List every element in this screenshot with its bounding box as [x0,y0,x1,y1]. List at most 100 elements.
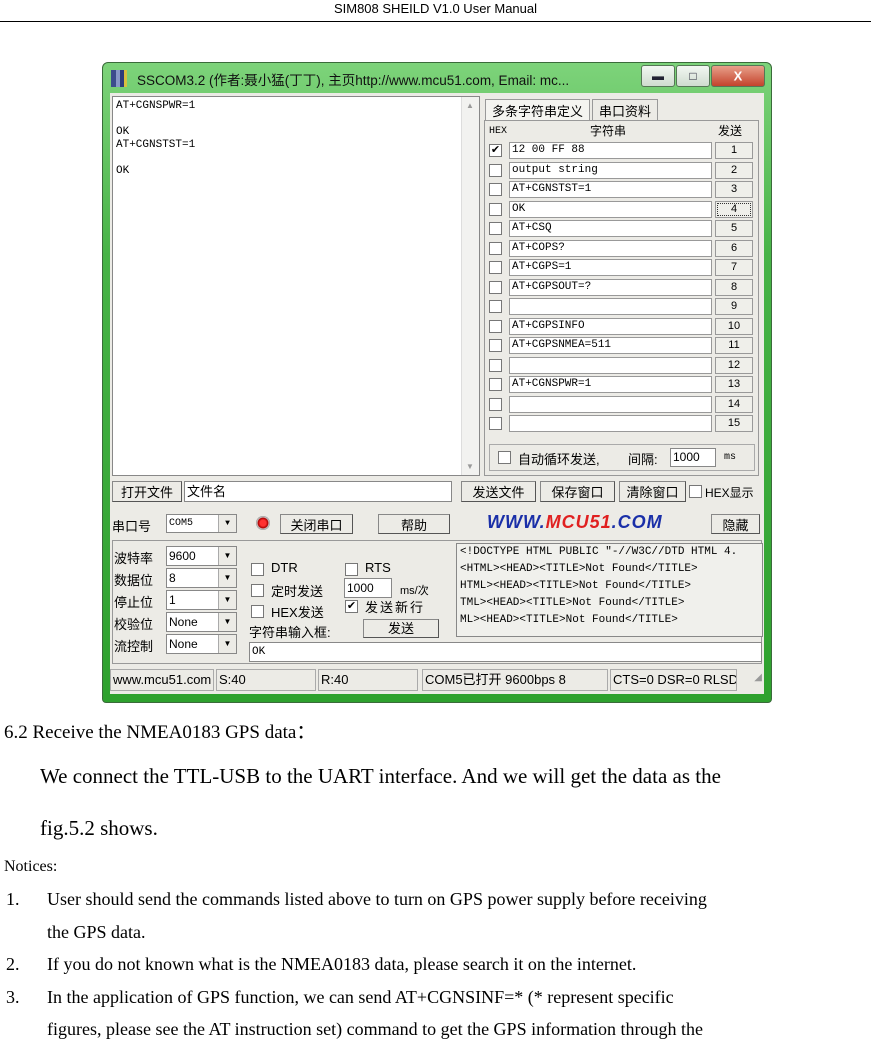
hex-checkbox[interactable] [489,339,502,352]
hex-checkbox[interactable] [489,222,502,235]
string-input[interactable]: AT+CSQ [509,220,712,237]
auto-loop-checkbox[interactable] [498,451,511,464]
rts-checkbox[interactable] [345,563,358,576]
string-row: 9 [489,297,755,317]
string-input[interactable]: AT+CGPSOUT=? [509,278,712,296]
scroll-up-icon[interactable]: ▲ [466,101,474,110]
string-row: AT+CGPSNMEA=511 11 [489,336,755,356]
string-input[interactable]: OK [249,642,762,662]
chevron-down-icon[interactable]: ▼ [218,613,236,631]
chevron-down-icon[interactable]: ▼ [218,635,236,653]
send-button[interactable]: 发送 [363,619,439,638]
hex-checkbox[interactable] [489,397,502,411]
secondary-receive-area[interactable]: <!DOCTYPE HTML PUBLIC "-//W3C//DTD HTML … [456,543,763,637]
string-input[interactable] [509,298,712,315]
chevron-down-icon[interactable]: ▼ [218,569,236,587]
filename-input[interactable]: 文件名 [184,481,452,502]
string-input[interactable] [509,415,712,432]
send-file-button[interactable]: 发送文件 [461,481,536,502]
timed-send-checkbox[interactable] [251,584,264,597]
hex-checkbox[interactable] [489,183,502,196]
clear-window-button[interactable]: 清除窗口 [619,481,686,502]
send-string-button[interactable]: 11 [715,337,753,354]
resize-grip-icon[interactable]: ◢ [754,672,762,683]
string-input[interactable]: AT+CGPSINFO [509,317,712,335]
string-input[interactable]: AT+CGNSTST=1 [509,181,712,198]
maximize-button[interactable]: □ [676,65,710,87]
interval-input[interactable]: 1000 [670,448,716,467]
receive-scrollbar[interactable]: ▲ ▼ [461,97,479,475]
hex-checkbox[interactable] [489,241,502,255]
close-port-button[interactable]: 关闭串口 [280,514,353,534]
chevron-down-icon[interactable]: ▼ [218,591,236,609]
port-label: 串口号 [112,519,152,534]
string-input[interactable]: 12 00 FF 88 [509,142,712,159]
send-string-button[interactable]: 5 [715,220,753,237]
receive-text: AT+CGNSPWR=1 OK AT+CGNSTST=1 OK [116,100,196,177]
hex-checkbox[interactable] [489,300,502,313]
setting-select[interactable]: 8 ▼ [166,568,237,588]
chevron-down-icon[interactable]: ▼ [218,515,236,532]
hex-checkbox[interactable] [489,163,502,177]
timed-send-unit: ms/次 [400,585,429,597]
status-sent: S:40 [216,669,316,691]
send-string-button[interactable]: 2 [715,161,753,179]
send-string-button[interactable]: 13 [715,376,753,393]
string-table: HEX 字符串 发送 自动循环发送, 间隔: 1000 ms ✔ 12 00 FF… [484,120,759,476]
close-button[interactable]: X [711,65,765,87]
hex-checkbox[interactable] [489,319,502,333]
tab-port-info[interactable]: 串口资料 [592,99,659,122]
hex-checkbox[interactable] [489,358,502,372]
send-string-button[interactable]: 10 [715,317,753,335]
send-string-button[interactable]: 1 [715,142,753,159]
setting-select[interactable]: 9600 ▼ [166,546,237,566]
string-input[interactable]: AT+CGNSPWR=1 [509,376,712,393]
notice-number: 2. [6,954,20,974]
hex-send-checkbox[interactable] [251,605,264,618]
send-string-button[interactable]: 12 [715,356,753,374]
auto-loop-label: 自动循环发送, [518,452,600,467]
scroll-down-icon[interactable]: ▼ [466,462,474,471]
send-string-button[interactable]: 3 [715,181,753,198]
string-input[interactable]: output string [509,161,712,179]
send-string-button[interactable]: 6 [715,239,753,257]
save-window-button[interactable]: 保存窗口 [540,481,615,502]
setting-select[interactable]: None ▼ [166,634,237,654]
hex-checkbox[interactable] [489,202,502,216]
hex-checkbox[interactable] [489,261,502,274]
string-input[interactable] [509,356,712,374]
hex-checkbox[interactable] [489,417,502,430]
string-input[interactable]: AT+CGPS=1 [509,259,712,276]
hex-checkbox[interactable]: ✔ [489,144,502,157]
receive-area[interactable]: AT+CGNSPWR=1 OK AT+CGNSTST=1 OK ▲ ▼ [112,96,480,476]
chevron-down-icon[interactable]: ▼ [218,547,236,565]
send-newline-checkbox[interactable]: ✔ [345,600,358,613]
hex-checkbox[interactable] [489,280,502,294]
string-input[interactable]: AT+COPS? [509,239,712,257]
open-file-button[interactable]: 打开文件 [112,481,182,502]
title-bar[interactable]: SSCOM3.2 (作者:聂小猛(丁丁), 主页http://www.mcu51… [103,63,771,93]
send-string-button[interactable]: 15 [715,415,753,432]
hex-display-checkbox[interactable] [689,485,702,498]
setting-select[interactable]: 1 ▼ [166,590,237,610]
send-string-button[interactable]: 8 [715,278,753,296]
send-string-button[interactable]: 14 [715,395,753,413]
hex-checkbox[interactable] [489,378,502,391]
close-icon: X [733,68,743,84]
setting-select[interactable]: None ▼ [166,612,237,632]
string-input[interactable] [509,395,712,413]
string-input[interactable]: AT+CGPSNMEA=511 [509,337,712,354]
help-button[interactable]: 帮助 [378,514,450,534]
hide-button[interactable]: 隐藏 [711,514,760,534]
send-string-button[interactable]: 7 [715,259,753,276]
string-input[interactable]: OK [509,200,712,218]
mcu51-logo[interactable]: WWW.MCU51.COM [487,512,663,533]
timed-send-interval-input[interactable]: 1000 [344,578,392,598]
minimize-button[interactable]: ▬ [641,65,675,87]
send-string-button[interactable]: 9 [715,298,753,315]
port-select[interactable]: COM5 ▼ [166,514,237,533]
send-string-button[interactable]: 4 [715,200,753,218]
dtr-checkbox[interactable] [251,563,264,576]
notice-text: In the application of GPS function, we c… [47,986,674,1007]
tab-multi-string[interactable]: 多条字符串定义 [485,99,591,122]
